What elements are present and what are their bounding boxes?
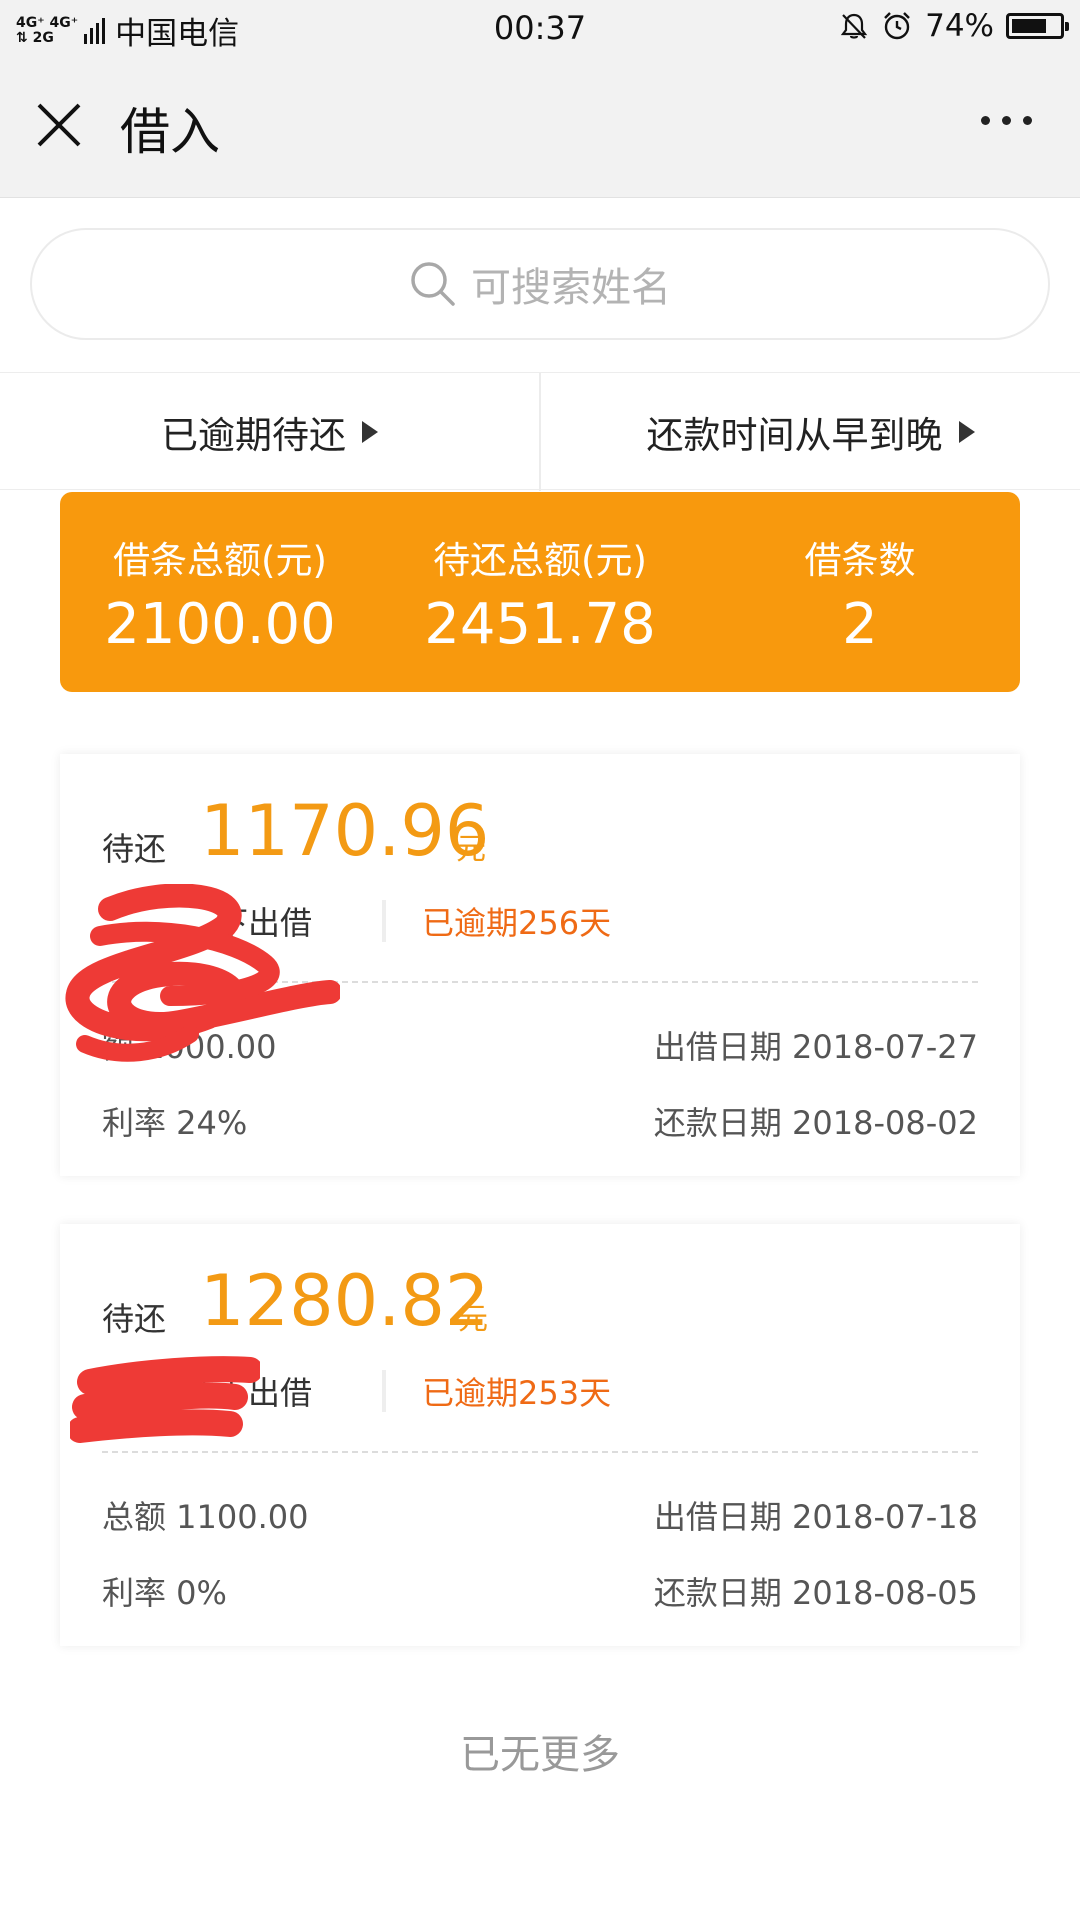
search-placeholder: 可搜索姓名: [471, 265, 671, 311]
more-dot: [1002, 116, 1011, 125]
summary-panel: 借条总额(元) 2100.00 待还总额(元) 2451.78 借条数 2: [60, 492, 1020, 692]
summary-total: 借条总额(元) 2100.00: [60, 492, 380, 692]
nav-bar: 借入: [0, 56, 1080, 198]
loan-type: 线下出借: [183, 1374, 312, 1412]
battery-percentage: 74%: [925, 8, 994, 44]
summary-count-value: 2: [842, 592, 878, 657]
summary-count-label: 借条数: [804, 539, 916, 582]
due-amount: 1280.82: [200, 1260, 490, 1342]
due-label: 待还: [102, 1300, 167, 1338]
page-title: 借入: [120, 103, 220, 161]
summary-total-value: 2100.00: [104, 592, 336, 657]
interest-rate: 利率 0%: [102, 1574, 227, 1612]
status-filter-label: 已逾期待还: [161, 414, 346, 457]
loan-total: 总额 1100.00: [102, 1498, 309, 1536]
status-filter-dropdown[interactable]: 已逾期待还: [0, 373, 539, 491]
summary-total-label: 借条总额(元): [113, 539, 327, 582]
status-right: 74%: [839, 8, 1069, 44]
battery-icon: [1006, 13, 1069, 39]
triangle-right-icon: [362, 421, 378, 443]
lend-date: 出借日期 2018-07-27: [653, 1028, 978, 1066]
sort-filter-dropdown[interactable]: 还款时间从早到晚: [541, 373, 1080, 491]
triangle-right-icon: [958, 421, 975, 443]
sort-filter-label: 还款时间从早到晚: [646, 414, 943, 457]
battery-level: [1012, 19, 1047, 33]
overdue-badge: 已逾期253天: [422, 1374, 612, 1412]
loan-type: 下出借: [215, 904, 312, 942]
close-icon[interactable]: [34, 100, 84, 150]
summary-count: 借条数 2: [700, 492, 1020, 692]
more-dot: [981, 116, 990, 125]
interest-rate: 利率 24%: [102, 1104, 248, 1142]
loan-total: 额 1000.00: [102, 1028, 277, 1066]
more-icon[interactable]: [981, 116, 1032, 125]
search-input[interactable]: 可搜索姓名: [30, 228, 1050, 340]
due-amount: 1170.96: [200, 790, 490, 872]
summary-pending-label: 待还总额(元): [433, 539, 647, 582]
due-unit: 元: [456, 832, 486, 867]
alarm-clock-icon: [884, 12, 910, 40]
loan-card[interactable]: 待还 1280.82 元 线下出借 已逾期253天 总额 1100.00 出借日…: [60, 1224, 1020, 1646]
lend-date: 出借日期 2018-07-18: [653, 1498, 978, 1536]
status-bar: 4G⁺ 4G⁺ ⇅ 2G 中国电信 00:37 74%: [0, 0, 1080, 56]
overdue-badge: 已逾期256天: [422, 904, 612, 942]
due-label: 待还: [102, 830, 167, 868]
summary-pending: 待还总额(元) 2451.78: [380, 492, 700, 692]
loan-card[interactable]: 待还 1170.96 元 下出借 已逾期256天 额 1000.00 出借日期 …: [60, 754, 1020, 1176]
tag-separator: [382, 900, 386, 942]
tag-separator: [382, 1370, 386, 1412]
dashed-divider: [102, 1451, 978, 1453]
due-unit: 元: [458, 1302, 488, 1337]
silent-bell-icon: [840, 13, 868, 39]
repay-date: 还款日期 2018-08-02: [653, 1104, 978, 1142]
search-icon: [411, 262, 455, 306]
filter-bar: 已逾期待还 还款时间从早到晚: [0, 372, 1080, 491]
summary-pending-value: 2451.78: [424, 592, 656, 657]
dashed-divider: [102, 981, 978, 983]
no-more-label: 已无更多: [460, 1732, 620, 1778]
more-dot: [1023, 116, 1032, 125]
repay-date: 还款日期 2018-08-05: [653, 1574, 978, 1612]
